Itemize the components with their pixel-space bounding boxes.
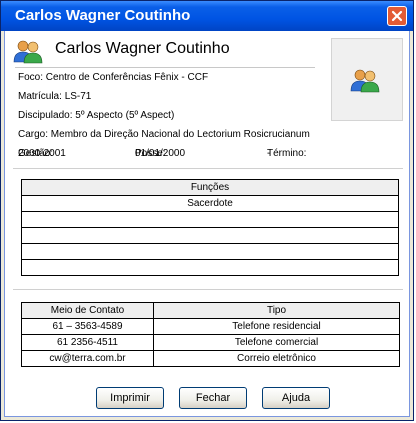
section-divider [13,168,403,169]
cargo-value: Membro da Direção Nacional do Lectorium … [50,129,310,140]
funcao-cell[interactable] [21,243,399,260]
tipo-column-header: Tipo [153,302,400,319]
matricula-label: Matrícula: [18,91,62,102]
gestao-line: Gestão: 2000-2001 Posse: 01/01/2000 Térm… [18,148,398,162]
termino-value: - [267,148,271,159]
funcao-cell[interactable] [21,259,399,276]
header-divider [15,67,315,68]
table-row[interactable]: 61 – 3563-4589 Telefone residencial [21,318,400,335]
dialog-window: Carlos Wagner Coutinho Carlos Wagner Cou… [0,0,414,421]
foco-label: Foco: [18,72,44,83]
termino-label: Término: [267,148,307,159]
window-close-button[interactable] [387,6,407,26]
cargo-label: Cargo: [18,129,49,140]
print-button[interactable]: Imprimir [96,387,164,409]
funcao-cell[interactable] [21,227,399,244]
person-name: Carlos Wagner Coutinho [55,40,230,57]
discipulado-label: Discipulado: [18,110,73,121]
tipo-cell[interactable]: Telefone residencial [153,318,400,335]
users-icon [13,40,43,64]
table-row[interactable]: cw@terra.com.br Correio eletrônico [21,350,400,367]
table-row[interactable] [21,211,399,228]
table-row[interactable] [21,243,399,260]
discipulado-line: Discipulado: 5º Aspecto (5º Aspect) [18,110,174,121]
close-icon [391,10,403,22]
title-bar[interactable]: Carlos Wagner Coutinho [1,1,413,31]
funcoes-header: Funções [21,179,399,196]
discipulado-value: 5º Aspecto (5º Aspect) [75,110,175,121]
tipo-cell[interactable]: Correio eletrônico [153,350,400,367]
gestao-value: 2000-2001 [18,148,66,159]
close-button[interactable]: Fechar [179,387,247,409]
meio-cell[interactable]: 61 2356-4511 [21,334,154,351]
tipo-cell[interactable]: Telefone comercial [153,334,400,351]
contatos-table: Meio de Contato Tipo 61 – 3563-4589 Tele… [21,302,400,367]
meio-cell[interactable]: 61 – 3563-4589 [21,318,154,335]
help-button[interactable]: Ajuda [262,387,330,409]
cargo-line: Cargo: Membro da Direção Nacional do Lec… [18,129,310,140]
meio-column-header: Meio de Contato [21,302,154,319]
window-title: Carlos Wagner Coutinho [15,7,191,24]
funcao-cell[interactable]: Sacerdote [21,195,399,212]
dialog-content: Carlos Wagner Coutinho Foco: Centro de C… [4,31,410,417]
table-row[interactable]: Sacerdote [21,195,399,212]
foco-value: Centro de Conferências Fênix - CCF [45,72,209,83]
table-row[interactable] [21,259,399,276]
matricula-line: Matrícula: LS-71 [18,91,91,102]
meio-cell[interactable]: cw@terra.com.br [21,350,154,367]
table-row[interactable] [21,227,399,244]
funcoes-table: Funções Sacerdote [21,179,399,276]
posse-value: 01/01/2000 [135,148,186,159]
matricula-value: LS-71 [64,91,92,102]
foco-line: Foco: Centro de Conferências Fênix - CCF [18,72,208,83]
photo-placeholder [331,38,403,121]
funcao-cell[interactable] [21,211,399,228]
table-row[interactable]: 61 2356-4511 Telefone comercial [21,334,400,351]
section-divider [13,289,403,290]
users-icon [350,69,380,93]
